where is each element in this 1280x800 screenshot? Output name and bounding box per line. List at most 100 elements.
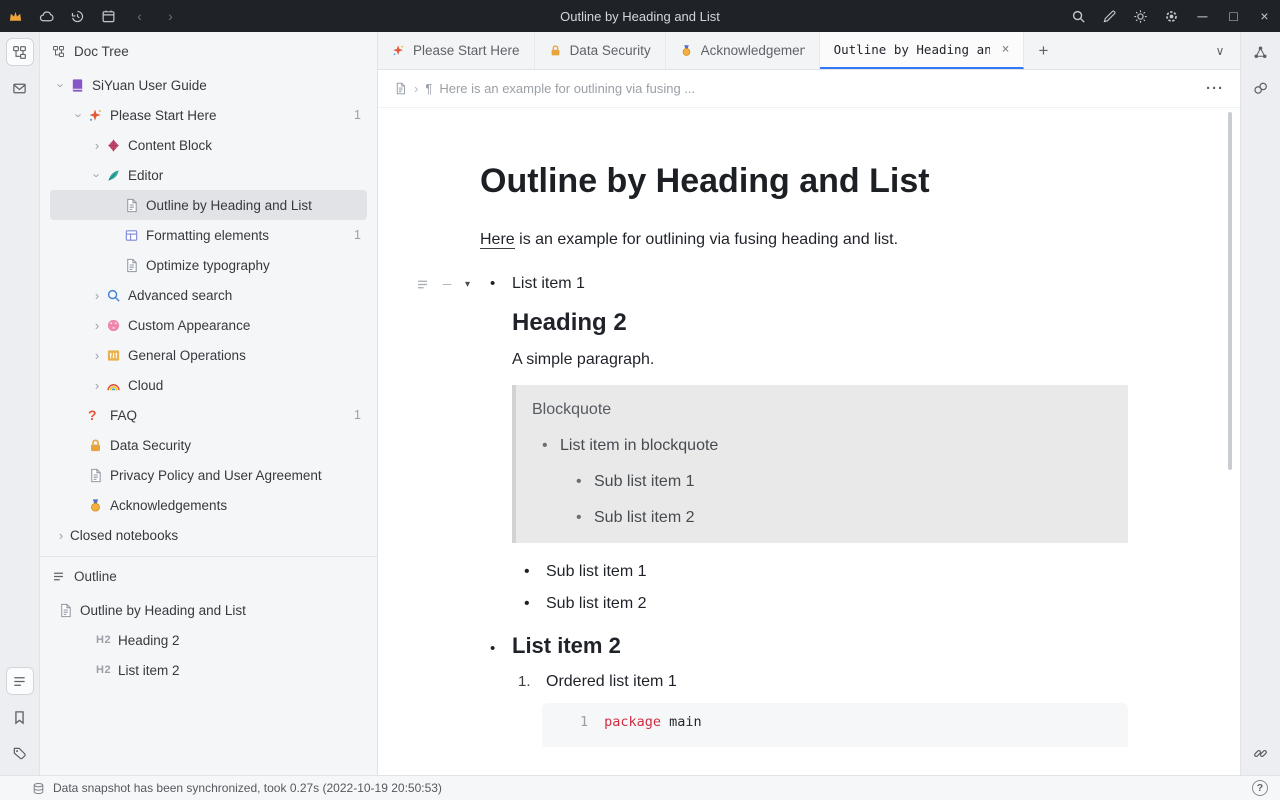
document-title[interactable]: Outline by Heading and List [480,162,1128,201]
doc-tree-item-closed-notebooks[interactable]: › Closed notebooks [50,520,367,550]
tab-list-menu-button[interactable]: ∨ [1200,32,1240,69]
doc-tree-item-cloud[interactable]: › Cloud [50,370,367,400]
inbox-mail-icon[interactable] [6,74,34,102]
doc-tree-panel-title: Doc Tree [74,44,129,59]
code-block[interactable]: 1package main [542,703,1128,747]
doc-label: Closed notebooks [70,528,361,543]
breadcrumb-text[interactable]: Here is an example for outlining via fus… [439,81,695,96]
tab-acknowledgements[interactable]: Acknowledgements [666,32,820,69]
sub-list-item-1[interactable]: • Sub list item 1 [512,563,1128,581]
outline-item-heading-2[interactable]: H2 Heading 2 [50,625,367,655]
data-history-icon[interactable] [62,0,93,32]
doc-tree-item-please-start-here[interactable]: › Please Start Here 1 [50,100,367,130]
tab-label: Outline by Heading and List [834,42,990,57]
outline-toggle-icon[interactable] [6,667,34,695]
bookmark-icon[interactable] [6,703,34,731]
outline-panel-header[interactable]: Outline [40,557,377,595]
chevron-right-icon[interactable]: › [88,349,106,362]
chevron-right-icon[interactable]: › [88,319,106,332]
right-dock [1240,32,1280,775]
document-icon[interactable] [394,82,407,95]
maximize-button[interactable]: □ [1218,0,1249,32]
outline-panel-title: Outline [74,569,117,584]
document-icon [124,258,146,273]
doc-tree-panel-header[interactable]: Doc Tree [40,32,377,70]
doc-tree-icon [52,45,65,58]
theme-sun-icon[interactable] [1125,0,1156,32]
doc-label: Acknowledgements [110,498,361,513]
forward-button[interactable]: › [155,0,186,32]
blockquote: Blockquote • List item in blockquote • S… [512,385,1128,543]
chevron-right-icon[interactable]: › [88,289,106,302]
chevron-right-icon[interactable]: › [88,379,106,392]
doc-tree-item-privacy-policy[interactable]: Privacy Policy and User Agreement [50,460,367,490]
chevron-down-icon[interactable]: › [91,166,104,184]
more-options-button[interactable]: ··· [1206,80,1224,97]
cloud-sync-icon[interactable] [31,0,62,32]
daily-note-calendar-icon[interactable] [93,0,124,32]
doc-tree-item-custom-appearance[interactable]: › Custom Appearance [50,310,367,340]
graph-view-icon[interactable] [1247,38,1275,66]
heading-2[interactable]: Heading 2 [512,309,1128,337]
sub-list-item-2[interactable]: • Sub list item 2 [512,595,1128,613]
h2-marker: H2 [96,664,118,676]
editor-scrollbar[interactable] [1228,112,1232,470]
doc-label: Data Security [110,438,361,453]
global-graph-icon[interactable] [1247,74,1275,102]
tab-please-start-here[interactable]: Please Start Here [378,32,535,69]
doc-tree-item-content-block[interactable]: › Content Block [50,130,367,160]
minimize-button[interactable]: ─ [1187,0,1218,32]
search-icon[interactable] [1063,0,1094,32]
doc-label: Formatting elements [146,228,346,243]
blockquote-sub-item-1[interactable]: • Sub list item 1 [532,473,1112,491]
chevron-down-icon[interactable]: › [73,106,86,124]
doc-tree-item-advanced-search[interactable]: › Advanced search [50,280,367,310]
doc-tree-item-faq[interactable]: ? FAQ 1 [50,400,367,430]
back-button[interactable]: ‹ [124,0,155,32]
list-item-2-heading[interactable]: List item 2 [512,633,621,659]
collapse-caret-icon[interactable]: ▾ [465,279,470,290]
close-button[interactable]: × [1249,0,1280,32]
subdoc-count-badge: 1 [354,408,361,422]
help-button[interactable]: ? [1252,780,1268,796]
ordered-list-item[interactable]: 1. Ordered list item 1 [512,673,1128,691]
tab-outline-by-heading-and-list[interactable]: Outline by Heading and List × [820,32,1025,69]
document-icon [88,468,110,483]
blockquote-sub-item-2[interactable]: • Sub list item 2 [532,509,1112,527]
chevron-right-icon[interactable]: › [88,139,106,152]
editor: Outline by Heading and List Here is an e… [378,108,1240,775]
here-link[interactable]: Here [480,231,515,249]
doc-tree-item-formatting-elements[interactable]: Formatting elements 1 [50,220,367,250]
database-snapshot-icon [32,782,45,795]
document-content: Outline by Heading and List Here is an e… [480,108,1128,747]
simple-paragraph[interactable]: A simple paragraph. [512,351,1128,369]
doc-tree-item-data-security[interactable]: Data Security [50,430,367,460]
new-tab-button[interactable]: + [1024,32,1062,69]
ordered-marker: 1. [512,673,546,690]
list-item-1-text[interactable]: List item 1 [512,275,585,293]
edit-pencil-icon[interactable] [1094,0,1125,32]
doc-tree-item-outline-by-heading-and-list[interactable]: Outline by Heading and List [50,190,367,220]
settings-gear-icon[interactable] [1156,0,1187,32]
tag-icon[interactable] [6,739,34,767]
workspace-crown-icon[interactable] [0,0,31,32]
blockquote-list-item[interactable]: • List item in blockquote [532,437,1112,455]
doc-tree-item-general-operations[interactable]: › General Operations [50,340,367,370]
doc-tree-item-optimize-typography[interactable]: Optimize typography [50,250,367,280]
doc-tree-item-editor[interactable]: › Editor [50,160,367,190]
blockquote-text[interactable]: Blockquote [532,401,1112,419]
chevron-right-icon[interactable]: › [52,529,70,542]
doc-tree-item-siyuan-user-guide[interactable]: › SiYuan User Guide [50,70,367,100]
doc-tree-toggle-icon[interactable] [6,38,34,66]
doc-tree-item-acknowledgements[interactable]: Acknowledgements [50,490,367,520]
outline-item-doc[interactable]: Outline by Heading and List [50,595,367,625]
outline-item-list-item-2[interactable]: H2 List item 2 [50,655,367,685]
chevron-down-icon[interactable]: › [55,76,68,94]
tab-data-security[interactable]: Data Security [535,32,666,69]
tab-close-icon[interactable]: × [1002,42,1010,57]
backlinks-link-icon[interactable] [1247,739,1275,767]
app-window: Outline by Heading and List ‹ › ─ □ × [0,0,1280,800]
intro-paragraph[interactable]: Here is an example for outlining via fus… [480,231,1128,249]
dash-gutter-icon[interactable]: ─ [443,277,452,291]
list-gutter-icon[interactable] [416,278,429,291]
